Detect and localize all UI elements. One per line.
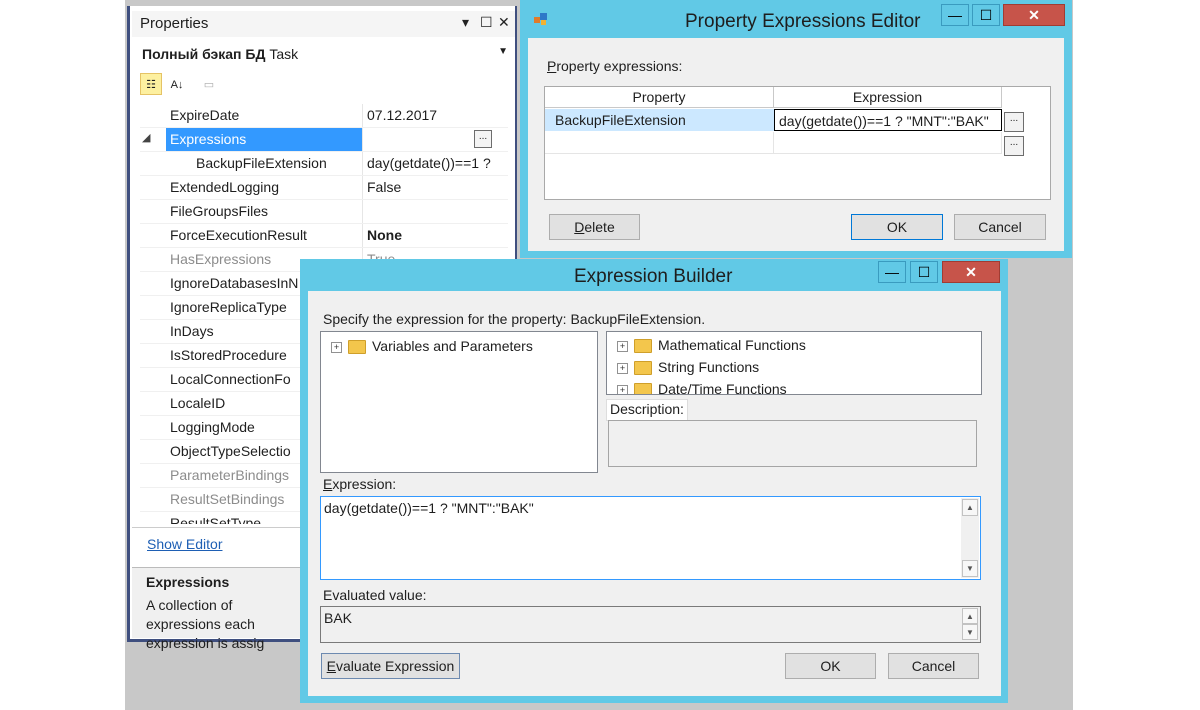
properties-title-bar: Properties ▾ ☐ ✕ — [132, 11, 515, 37]
tree-item-datetime[interactable]: + Date/Time Functions — [617, 381, 787, 395]
evaluated-scrollbar[interactable]: ▲ ▼ — [961, 608, 979, 641]
close-button[interactable]: ✕ — [1003, 4, 1065, 26]
cell-property[interactable]: BackupFileExtension — [545, 109, 774, 131]
expression-ellipsis-button[interactable]: ... — [1004, 112, 1024, 132]
prop-name: Expressions — [166, 128, 362, 151]
expression-label: Expression: — [323, 476, 397, 492]
description-text: A collection of expressions each express… — [146, 597, 265, 651]
object-name: Полный бэкап БД — [142, 46, 266, 62]
categorized-icon[interactable]: ☷ — [140, 73, 162, 95]
prop-row-expressions[interactable]: ◢ Expressions ... — [140, 128, 508, 152]
object-selector[interactable]: Полный бэкап БД Task ▼ — [136, 40, 510, 68]
close-icon[interactable]: ✕ — [498, 14, 510, 31]
pee-client: Property expressions: Property Expressio… — [528, 38, 1064, 251]
ok-button[interactable]: OK — [785, 653, 876, 679]
minimize-button[interactable]: — — [878, 261, 906, 283]
description-title: Expressions — [146, 574, 230, 590]
plus-icon[interactable]: + — [617, 340, 628, 352]
tree-item-label: String Functions — [658, 359, 760, 375]
expand-icon[interactable]: ◢ — [142, 131, 150, 144]
window-title: Property Expressions Editor — [685, 11, 921, 32]
tree-item-math[interactable]: + Mathematical Functions — [617, 337, 806, 357]
ok-button[interactable]: OK — [851, 214, 943, 240]
app-icon — [532, 10, 550, 28]
show-editor-link[interactable]: Show Editor — [147, 536, 222, 552]
properties-toolbar: ☷ A↓ ▭ — [136, 70, 510, 98]
expression-ellipsis-button-2[interactable]: ... — [1004, 136, 1024, 156]
plus-icon[interactable]: + — [617, 384, 628, 394]
scroll-down-icon[interactable]: ▼ — [962, 624, 978, 640]
prop-name: BackupFileExtension — [196, 155, 327, 171]
prop-row-backupfileextension[interactable]: BackupFileExtension day(getdate())==1 ? — [140, 152, 508, 176]
evaluated-value-label: Evaluated value: — [323, 587, 427, 603]
delete-button[interactable]: Delete — [549, 214, 640, 240]
folder-icon — [634, 361, 652, 376]
expression-textbox[interactable]: day(getdate())==1 ? "MNT":"BAK" ▲ ▼ — [320, 496, 981, 580]
folder-icon — [634, 383, 652, 394]
scroll-up-icon[interactable]: ▲ — [962, 499, 978, 516]
prop-row-forceexecutionresult[interactable]: ForceExecutionResult None — [140, 224, 508, 248]
prop-row-filegroupsfiles[interactable]: FileGroupsFiles — [140, 200, 508, 224]
property-pages-icon[interactable]: ▭ — [198, 73, 220, 95]
alphabetical-icon[interactable]: A↓ — [166, 73, 188, 95]
minimize-button[interactable]: — — [941, 4, 969, 26]
prop-value[interactable] — [367, 203, 497, 223]
float-window-icon[interactable]: ☐ — [480, 14, 493, 31]
evaluate-expression-button[interactable]: Evaluate Expression — [321, 653, 460, 679]
cancel-button[interactable]: Cancel — [954, 214, 1046, 240]
folder-icon — [348, 340, 366, 355]
object-type: Task — [269, 46, 299, 62]
dropdown-icon[interactable]: ▾ — [462, 14, 469, 31]
prop-value[interactable]: 07.12.2017 — [367, 107, 497, 127]
property-expressions-editor-window: Property Expressions Editor — ☐ ✕ Proper… — [520, 0, 1072, 258]
prop-value[interactable]: False — [367, 179, 497, 199]
prop-row-expiredate[interactable]: ExpireDate 07.12.2017 — [140, 104, 508, 128]
property-expressions-grid: Property Expression BackupFileExtension … — [544, 86, 1051, 200]
specify-label: Specify the expression for the property:… — [323, 311, 706, 327]
variables-tree[interactable]: + Variables and Parameters — [320, 331, 598, 473]
eb-client: Specify the expression for the property:… — [308, 291, 1001, 696]
description-box — [608, 420, 977, 467]
functions-tree[interactable]: + Mathematical Functions + String Function… — [606, 331, 982, 395]
expression-text: day(getdate())==1 ? "MNT":"BAK" — [324, 500, 534, 516]
prop-row-extendedlogging[interactable]: ExtendedLogging False — [140, 176, 508, 200]
description-label-box: Description: — [606, 399, 688, 421]
prop-value[interactable]: day(getdate())==1 ? — [367, 155, 497, 175]
property-expressions-label: Property expressions: — [547, 58, 683, 74]
expression-scrollbar[interactable]: ▲ ▼ — [961, 498, 979, 578]
plus-icon[interactable]: + — [331, 341, 342, 353]
cell-expression[interactable]: day(getdate())==1 ? "MNT":"BAK" — [774, 109, 1002, 131]
evaluated-value-text: BAK — [324, 610, 353, 626]
tree-item-string[interactable]: + String Functions — [617, 359, 759, 379]
plus-icon[interactable]: + — [617, 362, 628, 374]
expressions-ellipsis-button[interactable]: ... — [474, 130, 492, 148]
tree-item-label: Variables and Parameters — [372, 338, 533, 354]
description-label: Description: — [610, 401, 684, 417]
col-header-property[interactable]: Property — [545, 87, 774, 108]
close-button[interactable]: ✕ — [942, 261, 1000, 283]
maximize-button[interactable]: ☐ — [910, 261, 938, 283]
prop-name: FileGroupsFiles — [170, 203, 269, 219]
col-header-expression[interactable]: Expression — [774, 87, 1002, 108]
folder-icon — [634, 339, 652, 354]
scroll-down-icon[interactable]: ▼ — [962, 560, 978, 577]
empty-cell[interactable] — [545, 132, 774, 154]
maximize-button[interactable]: ☐ — [972, 4, 1000, 26]
window-title: Expression Builder — [574, 266, 733, 287]
chevron-down-icon[interactable]: ▼ — [498, 46, 508, 57]
cancel-button[interactable]: Cancel — [888, 653, 979, 679]
tree-item-label: Mathematical Functions — [658, 337, 806, 353]
properties-title: Properties — [140, 15, 209, 32]
empty-cell[interactable] — [774, 132, 1002, 154]
prop-name: ExpireDate — [170, 107, 240, 123]
prop-value[interactable]: None — [367, 227, 497, 247]
evaluated-value-box: BAK ▲ ▼ — [320, 606, 981, 643]
expression-builder-window: Expression Builder — ☐ ✕ Specify the exp… — [300, 259, 1008, 703]
tree-item-variables[interactable]: + Variables and Parameters — [331, 338, 533, 358]
tree-item-label: Date/Time Functions — [658, 381, 787, 395]
prop-name: ExtendedLogging — [170, 179, 279, 195]
scroll-up-icon[interactable]: ▲ — [962, 608, 978, 624]
prop-name: ForceExecutionResult — [170, 227, 307, 243]
